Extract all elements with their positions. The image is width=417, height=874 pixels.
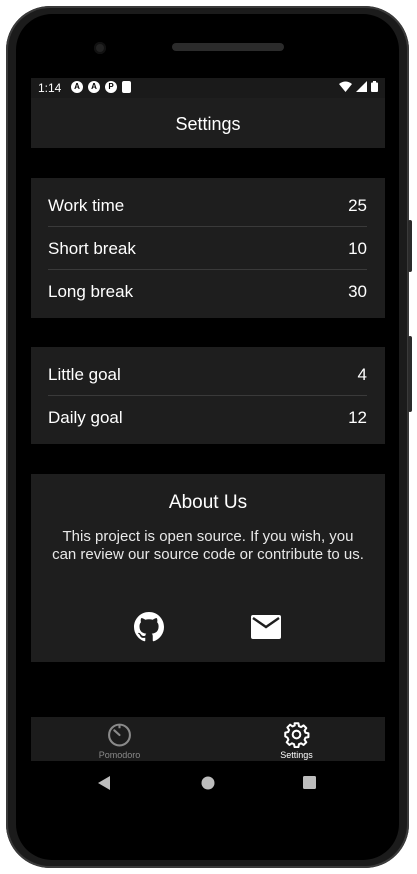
setting-label: Daily goal: [48, 407, 123, 427]
battery-icon: [371, 81, 378, 92]
app-bar: Settings: [31, 98, 385, 148]
tab-label: Settings: [280, 750, 313, 760]
about-text: This project is open source. If you wish…: [52, 528, 364, 563]
back-icon[interactable]: [98, 776, 111, 790]
notification-icons: A A P: [71, 81, 131, 93]
github-button[interactable]: [132, 610, 166, 644]
page-title: Settings: [175, 114, 241, 134]
app-notification-icon: A: [88, 81, 100, 93]
earpiece-speaker: [172, 43, 284, 51]
status-time: 1:14: [38, 81, 62, 95]
tab-pomodoro[interactable]: Pomodoro: [31, 717, 208, 761]
setting-value: 10: [348, 238, 367, 258]
about-card: About Us This project is open source. If…: [31, 474, 385, 662]
about-title: About Us: [168, 492, 248, 513]
signal-icon: [356, 81, 367, 92]
system-icons: [339, 81, 378, 92]
setting-value: 12: [348, 407, 367, 427]
setting-value: 25: [348, 195, 367, 215]
power-button: [408, 336, 412, 412]
sd-card-icon: [122, 81, 131, 93]
goal-settings-card: Little goal 4 Daily goal 12: [31, 347, 385, 444]
front-camera: [94, 42, 106, 54]
app-notification-icon: A: [71, 81, 83, 93]
setting-value: 30: [348, 281, 367, 301]
setting-label: Long break: [48, 281, 134, 301]
setting-work-time[interactable]: Work time 25: [48, 184, 367, 227]
volume-button: [408, 220, 412, 272]
setting-label: Work time: [48, 195, 125, 215]
status-bar: 1:14 A A P: [31, 78, 385, 98]
mail-icon: [251, 615, 281, 639]
github-icon: [134, 612, 164, 642]
setting-long-break[interactable]: Long break 30: [48, 270, 367, 313]
setting-daily-goal[interactable]: Daily goal 12: [48, 396, 367, 439]
setting-label: Little goal: [48, 364, 121, 384]
tab-settings[interactable]: Settings: [208, 717, 385, 761]
tab-label: Pomodoro: [98, 750, 141, 760]
email-button[interactable]: [249, 610, 283, 644]
setting-little-goal[interactable]: Little goal 4: [48, 353, 367, 396]
timer-icon: [108, 723, 131, 747]
timer-settings-card: Work time 25 Short break 10 Long break 3…: [31, 178, 385, 318]
wifi-icon: [339, 81, 352, 92]
setting-label: Short break: [48, 238, 136, 258]
system-navigation-bar: [31, 761, 385, 808]
bottom-navigation: Pomodoro Settings: [31, 717, 385, 761]
recents-icon[interactable]: [303, 776, 316, 789]
app-notification-icon: P: [105, 81, 117, 93]
home-icon[interactable]: [201, 776, 215, 790]
setting-value: 4: [357, 364, 367, 384]
gear-icon: [284, 722, 310, 748]
setting-short-break[interactable]: Short break 10: [48, 227, 367, 270]
app-screen: 1:14 A A P Settings Work time 25 Short b…: [31, 78, 385, 808]
